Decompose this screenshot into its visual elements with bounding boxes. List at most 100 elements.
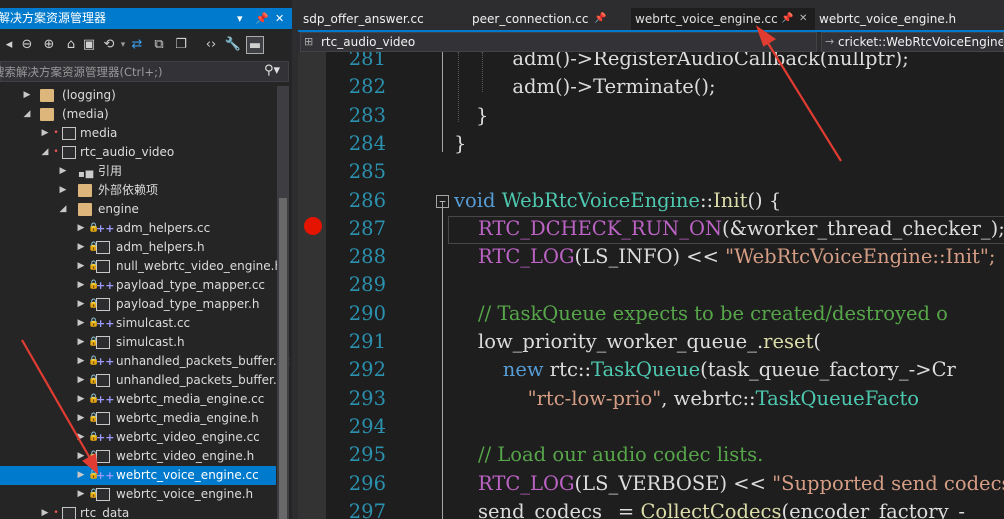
code-line[interactable]: adm()->Terminate(); (500, 73, 715, 101)
code-line[interactable]: adm()->RegisterAudioCallback(nullptr); (500, 52, 908, 73)
close-tab-icon[interactable]: ✕ (799, 8, 807, 30)
back-icon[interactable]: ◂ (0, 36, 18, 54)
lock-icon: 🔒 (88, 470, 100, 480)
indicator-margin[interactable] (298, 52, 326, 519)
code-line[interactable]: low_priority_worker_queue_.reset( (478, 328, 821, 356)
code-line[interactable]: RTC_LOG(LS_VERBOSE) << "Supported send c… (478, 470, 1004, 498)
close-icon[interactable]: ✕ (275, 8, 284, 29)
tree-item[interactable]: ▶ 🔒 adm_helpers.h (0, 238, 276, 257)
expand-arrow-icon[interactable]: ▶ (76, 390, 86, 409)
collapse-all-icon[interactable]: ⧉ (150, 36, 168, 54)
dropdown-icon[interactable]: ▾ (237, 8, 243, 29)
tree-item[interactable]: ▶ 🔒 unhandled_packets_buffer.h (0, 371, 284, 390)
scope-dropdown[interactable]: → cricket::WebRtcVoiceEngine (821, 32, 1004, 52)
properties-wrench-icon[interactable]: 🔧 (224, 36, 242, 54)
tree-item[interactable]: ◢ (media) (0, 105, 276, 124)
expand-arrow-icon[interactable]: ▶ (76, 314, 86, 333)
code-line[interactable]: send_codecs_ = CollectCodecs(encoder_fac… (478, 498, 965, 519)
expand-arrow-icon[interactable]: ▶ (58, 162, 68, 181)
tab-webrtc-voice-engine-cc[interactable]: webrtc_voice_engine.cc 📌 ✕ (631, 8, 815, 30)
tab-sdp-offer-answer[interactable]: sdp_offer_answer.cc (303, 8, 456, 30)
code-line[interactable]: void WebRtcVoiceEngine::Init() { (454, 187, 781, 215)
project-icon (62, 127, 76, 140)
expand-arrow-icon[interactable]: ▶ (76, 466, 86, 485)
tree-item[interactable]: ▶ 外部依赖项 (0, 181, 276, 200)
tree-item[interactable]: ▶ • media (0, 124, 276, 143)
tree-item[interactable]: ▶ 🔒 ++ webrtc_video_engine.cc (0, 428, 276, 447)
tree-item[interactable]: ▶ ▪■ 引用 (0, 162, 276, 181)
line-number: 293 (348, 386, 386, 410)
collapse-arrow-icon[interactable]: ◢ (58, 200, 68, 219)
expand-arrow-icon[interactable]: ▶ (76, 219, 86, 238)
tree-item[interactable]: ▶ 🔒 payload_type_mapper.h (0, 295, 276, 314)
expand-arrow-icon[interactable]: ▶ (76, 409, 86, 428)
show-all-files-icon[interactable]: ❐ (172, 36, 190, 54)
tree-item[interactable]: ▶ (logging) (0, 86, 276, 105)
tab-label: webrtc_voice_engine.h (819, 12, 957, 26)
tree-item[interactable]: ▶ 🔒 ++ payload_type_mapper.cc (0, 276, 276, 295)
tree-item[interactable]: ▶ 🔒 ++ webrtc_voice_engine.cc (0, 466, 276, 485)
code-editor[interactable]: 281 adm()->RegisterAudioCallback(nullptr… (298, 52, 1004, 519)
expand-arrow-icon[interactable]: ▶ (76, 352, 86, 371)
tree-item[interactable]: ▶ 🔒 webrtc_media_engine.h (0, 409, 276, 428)
tree-item[interactable]: ▶ 🔒 ++ simulcast.cc (0, 314, 276, 333)
tree-item[interactable]: ▶ 🔒 ++ unhandled_packets_buffer.cc (0, 352, 290, 371)
expand-arrow-icon[interactable]: ▶ (40, 504, 50, 519)
pin-icon[interactable]: 📌 (255, 8, 269, 29)
expand-arrow-icon[interactable]: ▶ (76, 276, 86, 295)
expand-arrow-icon[interactable]: ▶ (40, 124, 50, 143)
collapse-arrow-icon[interactable]: ◢ (40, 143, 50, 162)
expand-arrow-icon[interactable]: ▶ (76, 257, 86, 276)
pin-icon[interactable]: 📌 (781, 8, 793, 30)
collapse-arrow-icon[interactable]: ◢ (22, 105, 32, 124)
expand-arrow-icon[interactable]: ▶ (76, 295, 86, 314)
tree-item[interactable]: ▶ 🔒 ++ adm_helpers.cc (0, 219, 276, 238)
forward-arrow-icon[interactable]: ⊕ (40, 36, 58, 54)
search-icon[interactable]: ⚲▾ (264, 63, 280, 78)
expand-arrow-icon[interactable]: ▶ (76, 238, 86, 257)
switch-views-icon[interactable]: ▣ (80, 36, 98, 54)
expand-arrow-icon[interactable]: ▶ (22, 86, 32, 105)
tab-peer-connection[interactable]: peer_connection.cc 📌 (472, 8, 612, 30)
expand-arrow-icon[interactable]: ▶ (58, 181, 68, 200)
indent-guide (458, 52, 459, 122)
solution-search-input[interactable] (0, 63, 253, 81)
tab-label: peer_connection.cc (472, 12, 589, 26)
tree-item[interactable]: ◢ • rtc_audio_video (0, 143, 276, 162)
code-line[interactable]: RTC_LOG(LS_INFO) << "WebRtcVoiceEngine::… (478, 243, 995, 271)
breakpoint-icon[interactable] (304, 217, 322, 235)
tree-item[interactable]: ▶ 🔒 null_webrtc_video_engine.h (0, 257, 282, 276)
sync-icon[interactable]: ⇄ (128, 36, 146, 54)
pin-icon[interactable]: 📌 (594, 8, 606, 30)
back-arrow-icon[interactable]: ⊖ (18, 36, 36, 54)
expand-arrow-icon[interactable]: ▶ (76, 447, 86, 466)
tree-item[interactable]: ▶ 🔒 simulcast.h (0, 333, 276, 352)
solution-explorer-scrollbar[interactable] (277, 86, 289, 519)
code-line[interactable]: // Load our audio codec lists. (478, 441, 763, 469)
code-line[interactable]: // TaskQueue expects to be created/destr… (478, 300, 948, 328)
expand-arrow-icon[interactable]: ▶ (76, 485, 86, 504)
home-icon[interactable]: ⌂ (62, 36, 80, 54)
tree-item[interactable]: ▶ • rtc_data (0, 504, 276, 519)
code-line[interactable]: } (476, 102, 488, 130)
code-line[interactable]: "rtc-low-prio", webrtc::TaskQueueFacto (478, 385, 919, 413)
code-view-icon[interactable]: ‹› (202, 36, 220, 54)
tree-item[interactable]: ◢ engine (0, 200, 276, 219)
tree-item[interactable]: ▶ 🔒 ++ webrtc_media_engine.cc (0, 390, 276, 409)
expand-arrow-icon[interactable]: ▶ (76, 428, 86, 447)
code-line[interactable]: } (454, 130, 466, 158)
preview-icon[interactable]: ▬ (246, 36, 264, 54)
lock-icon: 🔒 (88, 299, 100, 309)
code-line[interactable]: new rtc::TaskQueue(task_queue_factory_->… (478, 356, 956, 384)
project-dropdown[interactable]: ⊞ rtc_audio_video (300, 32, 817, 52)
indent-guide (482, 52, 483, 92)
header-file-icon (96, 488, 110, 501)
tree-item[interactable]: ▶ 🔒 webrtc_video_engine.h (0, 447, 276, 466)
scrollbar-thumb[interactable] (279, 198, 287, 519)
expand-arrow-icon[interactable]: ▶ (76, 371, 86, 390)
tab-webrtc-voice-engine-h[interactable]: webrtc_voice_engine.h (819, 8, 1004, 30)
expand-arrow-icon[interactable]: ▶ (76, 333, 86, 352)
tree-item[interactable]: ▶ 🔒 webrtc_voice_engine.h (0, 485, 276, 504)
error-dot-icon: • (53, 508, 59, 518)
tree-item-label: rtc_audio_video (80, 145, 175, 159)
